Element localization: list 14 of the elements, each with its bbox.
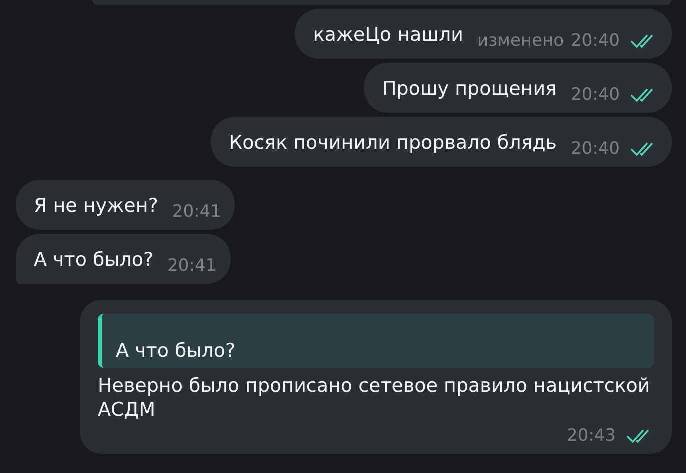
message-text: кажеЦо нашли bbox=[313, 23, 464, 47]
message-time: 20:43 bbox=[567, 426, 616, 446]
message-text: Я не нужен? bbox=[34, 194, 158, 218]
message-time: 20:41 bbox=[168, 256, 217, 276]
message-text: Косяк починили прорвало блядь bbox=[229, 131, 557, 155]
edited-label: изменено bbox=[478, 31, 564, 51]
message-text: Прошу прощения bbox=[382, 77, 557, 101]
message-time: 20:40 bbox=[571, 31, 620, 51]
message-text: А что было? bbox=[34, 248, 154, 272]
message-time: 20:41 bbox=[172, 202, 222, 222]
reply-quote[interactable]: А что было? bbox=[98, 314, 654, 368]
message-time: 20:40 bbox=[571, 139, 620, 159]
message-time: 20:40 bbox=[571, 85, 620, 105]
message-text: Неверно было прописано сетевое правило нацистской АСДМ bbox=[98, 374, 652, 422]
